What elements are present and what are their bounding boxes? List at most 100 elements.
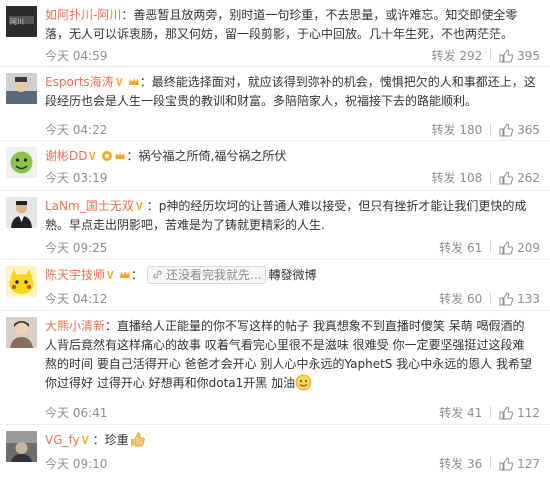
divider [490, 292, 492, 304]
timestamp: 今天 03:19 [45, 171, 108, 185]
username-link[interactable]: 谢彬DD [45, 149, 87, 163]
repost-label: 转发 [439, 241, 464, 255]
like-button[interactable]: 365 [499, 123, 540, 137]
comment-text: 珍重 [104, 433, 129, 447]
like-count: 133 [517, 292, 540, 306]
comment-body: 陈天宇技师：还没看完我就先... 轉發微博 [45, 266, 317, 284]
repost-label: 转发 [439, 457, 464, 471]
comment-footer: 今天 03:19 转发 108 262 [45, 169, 540, 187]
comment-footer: 今天 09:25 转发 61 209 [45, 239, 540, 257]
like-count: 209 [517, 241, 540, 255]
thumbs-up-icon [499, 49, 514, 63]
repost-count: 36 [466, 457, 483, 471]
like-count: 127 [517, 457, 540, 471]
vip-badge-icon [115, 76, 127, 88]
comment-body: VG_fy ：珍重 [45, 431, 536, 450]
comment-text: 祸兮福之所倚,福兮祸之所伏 [138, 149, 287, 163]
comment-footer: 今天 04:12 转发 60 133 [45, 290, 540, 308]
like-button[interactable]: 395 [499, 49, 540, 63]
vip-badge-icon [81, 434, 93, 446]
comment-footer: 今天 04:59 转发 292 395 [45, 47, 540, 65]
vip-badge-icon [135, 200, 147, 212]
thumbs-up-icon [499, 241, 514, 255]
comment-text: 直播给人正能量的你不写这样的帖子 我真想象不到直播时傻笑 呆萌 喝假酒的人背后竟… [45, 319, 533, 390]
like-count: 112 [517, 406, 540, 420]
like-button[interactable]: 209 [499, 241, 540, 255]
avatar[interactable] [6, 147, 37, 178]
timestamp: 今天 09:25 [45, 241, 108, 255]
comment-footer: 今天 09:10 转发 36 127 [45, 455, 540, 473]
timestamp: 今天 04:22 [45, 123, 108, 137]
username-link[interactable]: 大熊小清新 [45, 319, 105, 333]
star-badge-icon [101, 150, 113, 162]
smile-emoji-icon [295, 374, 312, 391]
avatar[interactable] [6, 317, 37, 348]
like-button[interactable]: 262 [499, 171, 540, 185]
avatar[interactable]: 阿川 [6, 6, 37, 37]
divider [490, 123, 492, 135]
timestamp: 今天 04:12 [45, 292, 108, 306]
thumbs-up-icon [499, 457, 514, 471]
repost-count: 61 [466, 241, 483, 255]
avatar[interactable] [6, 266, 37, 297]
repost-button[interactable]: 转发 36 [439, 455, 482, 472]
comment-item: 陈天宇技师：还没看完我就先... 轉發微博 今天 04:12 转发 60 133 [0, 260, 550, 311]
thumbs-up-icon [499, 292, 514, 306]
link-text: 还没看完我就先... [166, 268, 262, 282]
like-count: 365 [517, 123, 540, 137]
thumbs-up-emoji-icon [129, 431, 146, 448]
like-count: 262 [517, 171, 540, 185]
comment-text: 轉發微博 [268, 268, 317, 282]
like-button[interactable]: 112 [499, 406, 540, 420]
repost-count: 292 [459, 49, 483, 63]
username-link[interactable]: 如阿扑川-阿川 [45, 8, 121, 22]
weibo-link-card[interactable]: 还没看完我就先... [147, 266, 267, 284]
comment-body: 如阿扑川-阿川：善恶暂且放两旁，别时道一句珍重，不去思量，或许难忘。知交即使全零… [45, 8, 518, 41]
repost-button[interactable]: 转发 41 [439, 404, 482, 421]
avatar[interactable] [6, 197, 37, 228]
repost-label: 转发 [431, 171, 456, 185]
avatar[interactable] [6, 431, 37, 462]
comment-body: Esports海涛 ：最终能选择面对，就应该得到弥补的机会，愧惧把欠的人和事都还上… [45, 75, 536, 108]
repost-count: 41 [466, 406, 483, 420]
repost-label: 转发 [431, 49, 456, 63]
username-link[interactable]: Esports海涛 [45, 75, 114, 89]
crown-icon [128, 76, 140, 88]
comment-body: LaNm_国士无双 ：p神的经历坎坷的让普通人难以接受，但只有挫折才能让我们更快的… [45, 199, 527, 232]
timestamp: 今天 04:59 [45, 49, 108, 63]
svg-text:阿川: 阿川 [10, 17, 24, 26]
thumbs-up-icon [499, 406, 514, 420]
repost-button[interactable]: 转发 60 [439, 290, 482, 307]
repost-count: 108 [459, 171, 483, 185]
comment-item: Esports海涛 ：最终能选择面对，就应该得到弥补的机会，愧惧把欠的人和事都还上… [0, 67, 550, 141]
comment-item: LaNm_国士无双 ：p神的经历坎坷的让普通人难以接受，但只有挫折才能让我们更快的… [0, 191, 550, 260]
timestamp: 今天 06:41 [45, 406, 108, 420]
repost-count: 60 [466, 292, 483, 306]
like-button[interactable]: 127 [499, 457, 540, 471]
avatar[interactable] [6, 73, 37, 104]
vip-badge-icon [106, 269, 118, 281]
comment-item: 大熊小清新：直播给人正能量的你不写这样的帖子 我真想象不到直播时傻笑 呆萌 喝假… [0, 311, 550, 425]
crown-icon [114, 150, 126, 162]
repost-label: 转发 [431, 123, 456, 137]
link-icon [153, 270, 162, 279]
repost-button[interactable]: 转发 108 [432, 169, 483, 186]
divider [490, 49, 492, 61]
repost-count: 180 [459, 123, 483, 137]
username-link[interactable]: LaNm_国士无双 [45, 199, 134, 213]
comment-footer: 今天 06:41 转发 41 112 [45, 404, 540, 422]
repost-button[interactable]: 转发 61 [439, 239, 482, 256]
like-button[interactable]: 133 [499, 292, 540, 306]
comment-item: 阿川 如阿扑川-阿川：善恶暂且放两旁，别时道一句珍重，不去思量，或许难忘。知交即… [0, 0, 550, 67]
comment-item: VG_fy ：珍重 今天 09:10 转发 36 127 [0, 425, 550, 478]
crown-icon [119, 269, 131, 281]
username-link[interactable]: 陈天宇技师 [45, 268, 105, 282]
thumbs-up-icon [499, 171, 514, 185]
thumbs-up-icon [499, 123, 514, 137]
comment-body: 谢彬DD ：祸兮福之所倚,福兮祸之所伏 [45, 149, 287, 163]
timestamp: 今天 09:10 [45, 457, 108, 471]
repost-button[interactable]: 转发 292 [432, 47, 483, 64]
comment-footer: 今天 04:22 转发 180 365 [45, 121, 540, 139]
username-link[interactable]: VG_fy [45, 433, 80, 447]
repost-button[interactable]: 转发 180 [432, 121, 483, 138]
